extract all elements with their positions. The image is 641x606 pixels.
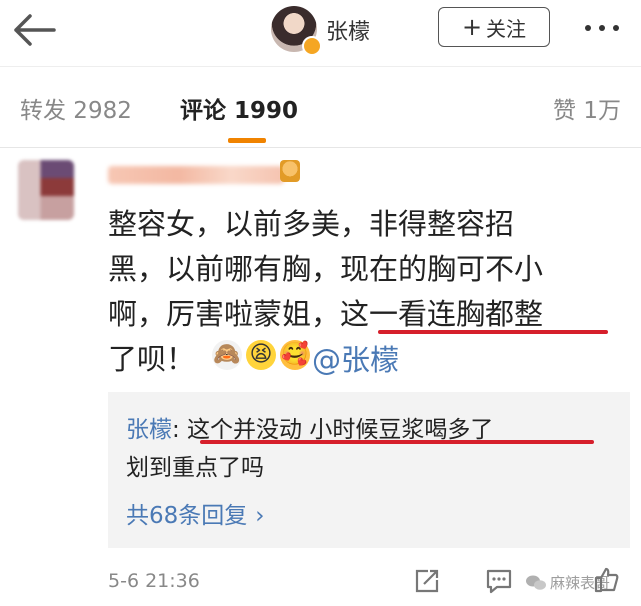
- comment-line: 整容女，以前多美，非得整容招: [108, 207, 515, 241]
- reply-line-2: 划到重点了吗: [126, 455, 264, 481]
- chevron-right-icon: ›: [255, 503, 265, 529]
- mention-link[interactable]: @张檬: [312, 337, 399, 379]
- active-tab-indicator: [228, 138, 266, 143]
- comment-timestamp: 5-6 21:36: [108, 570, 200, 592]
- comment-footer: 5-6 21:36 麻辣表哥: [0, 560, 641, 606]
- commenter-name-blurred[interactable]: [108, 166, 284, 184]
- comment-line: 黑，以前哪有胸，现在的胸可不小: [108, 252, 544, 286]
- verified-badge-icon: [302, 36, 322, 56]
- like-icon[interactable]: [592, 566, 620, 594]
- red-underline-annotation-reply: [200, 440, 594, 444]
- red-underline-annotation: [378, 330, 608, 334]
- tab-likes[interactable]: 赞 1万: [553, 91, 621, 125]
- top-bar: 张檬 + 关注: [0, 0, 641, 64]
- monkey-emoji-icon: 🙈: [212, 340, 242, 370]
- member-badge-icon: [280, 160, 300, 182]
- author-name[interactable]: 张檬: [326, 14, 370, 46]
- reply-line: 张檬: 这个并没动 小时候豆浆喝多了: [126, 410, 493, 444]
- share-icon[interactable]: [414, 568, 440, 594]
- wechat-icon: [526, 575, 546, 590]
- reply-separator: :: [172, 417, 180, 443]
- tired-face-emoji-icon: 😫: [246, 340, 276, 370]
- plus-icon: +: [461, 13, 483, 41]
- reply-author[interactable]: 张檬: [126, 417, 172, 443]
- tab-bar: 转发 2982 评论 1990 赞 1万: [0, 66, 641, 148]
- follow-label: 关注: [486, 16, 527, 41]
- reply-preview[interactable]: 张檬: 这个并没动 小时候豆浆喝多了 划到重点了吗 共68条回复 ›: [108, 392, 630, 548]
- reply-count-label: 共68条回复: [126, 503, 248, 529]
- follow-button[interactable]: + 关注: [438, 7, 550, 47]
- more-options-icon[interactable]: [585, 20, 633, 36]
- view-replies-link[interactable]: 共68条回复 ›: [126, 496, 264, 530]
- comment-icon[interactable]: [485, 568, 513, 594]
- back-arrow-icon[interactable]: [10, 10, 56, 50]
- tab-comments[interactable]: 评论 1990: [180, 91, 298, 125]
- emoji-group: 🙈 😫 🥰: [212, 340, 310, 370]
- tab-repost[interactable]: 转发 2982: [20, 91, 132, 125]
- smiling-hearts-emoji-icon: 🥰: [280, 340, 310, 370]
- commenter-avatar[interactable]: [18, 160, 74, 220]
